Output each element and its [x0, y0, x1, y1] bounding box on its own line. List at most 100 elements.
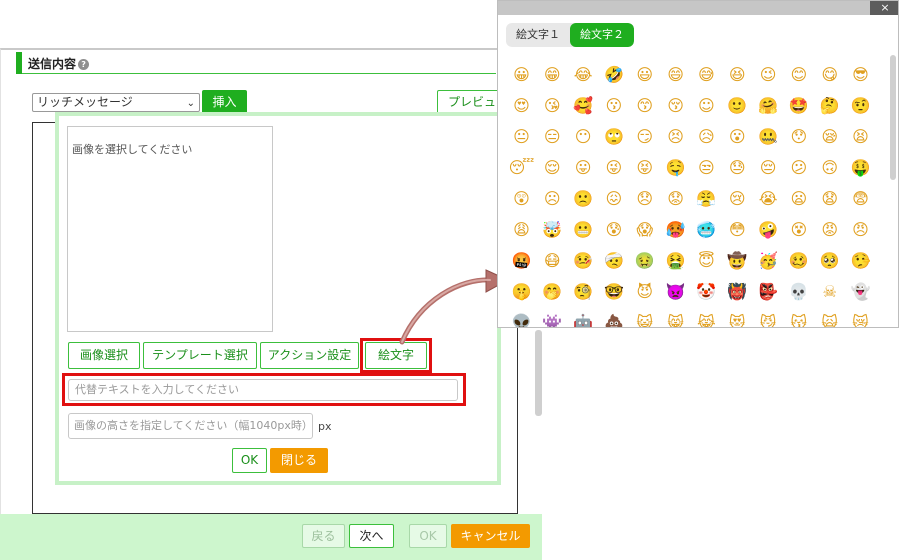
emoji-item[interactable]: 💀: [783, 276, 814, 307]
emoji-item[interactable]: 😵: [783, 214, 814, 245]
emoji-item[interactable]: 😷: [537, 245, 568, 276]
emoji-item[interactable]: 😣: [660, 121, 691, 152]
tab-emoji-1[interactable]: 絵文字１: [506, 23, 570, 47]
emoji-item[interactable]: 🥳: [753, 245, 784, 276]
emoji-item[interactable]: 😖: [598, 183, 629, 214]
emoji-item[interactable]: 😭: [753, 183, 784, 214]
emoji-item[interactable]: 🤬: [506, 245, 537, 276]
image-height-input[interactable]: 画像の高さを指定してください（幅1040px時）: [68, 413, 313, 439]
emoji-item[interactable]: 😔: [753, 152, 784, 183]
emoji-item[interactable]: 🤓: [598, 276, 629, 307]
emoji-item[interactable]: 🥺: [814, 245, 845, 276]
emoji-item[interactable]: 😢: [722, 183, 753, 214]
footer-ok-button[interactable]: OK: [409, 524, 447, 548]
emoji-item[interactable]: 🤮: [660, 245, 691, 276]
emoji-item[interactable]: 😶: [568, 121, 599, 152]
emoji-item[interactable]: 😱: [629, 214, 660, 245]
emoji-item[interactable]: 😚: [660, 90, 691, 121]
action-settings-button[interactable]: アクション設定: [260, 342, 359, 369]
emoji-item[interactable]: 😝: [629, 152, 660, 183]
emoji-item[interactable]: 😞: [629, 183, 660, 214]
emoji-item[interactable]: 🥴: [783, 245, 814, 276]
emoji-item[interactable]: 👻: [845, 276, 876, 307]
message-type-select[interactable]: リッチメッセージ ⌄: [32, 93, 200, 112]
emoji-item[interactable]: 🤯: [537, 214, 568, 245]
emoji-item[interactable]: 😹: [691, 307, 722, 327]
emoji-item[interactable]: 😎: [845, 59, 876, 90]
emoji-item[interactable]: 🥵: [660, 214, 691, 245]
emoji-item[interactable]: 😑: [537, 121, 568, 152]
emoji-item[interactable]: 😄: [660, 59, 691, 90]
emoji-item[interactable]: 😍: [506, 90, 537, 121]
picker-scrollbar[interactable]: [890, 55, 896, 180]
emoji-item[interactable]: 😉: [753, 59, 784, 90]
emoji-item[interactable]: 😆: [722, 59, 753, 90]
emoji-item[interactable]: 😴: [506, 152, 537, 183]
emoji-item[interactable]: 😘: [537, 90, 568, 121]
emoji-item[interactable]: 😕: [783, 152, 814, 183]
emoji-item[interactable]: 😒: [691, 152, 722, 183]
emoji-item[interactable]: 😿: [845, 307, 876, 327]
emoji-item[interactable]: 🙀: [814, 307, 845, 327]
dialog-ok-button[interactable]: OK: [232, 448, 267, 473]
emoji-item[interactable]: 😳: [722, 214, 753, 245]
emoji-item[interactable]: 😌: [537, 152, 568, 183]
tab-emoji-2[interactable]: 絵文字２: [570, 23, 634, 47]
cancel-button[interactable]: キャンセル: [451, 524, 530, 548]
emoji-item[interactable]: ☺: [691, 90, 722, 121]
emoji-item[interactable]: 😤: [691, 183, 722, 214]
emoji-item[interactable]: 😫: [845, 121, 876, 152]
emoji-item[interactable]: 👽: [506, 307, 537, 327]
emoji-item[interactable]: 😏: [629, 121, 660, 152]
help-icon[interactable]: ?: [78, 59, 90, 70]
emoji-item[interactable]: 🙂: [722, 90, 753, 121]
emoji-item[interactable]: 🤢: [629, 245, 660, 276]
emoji-item[interactable]: 😲: [506, 183, 537, 214]
emoji-item[interactable]: 😦: [783, 183, 814, 214]
emoji-item[interactable]: 🤕: [598, 245, 629, 276]
emoji-item[interactable]: 😀: [506, 59, 537, 90]
emoji-item[interactable]: 🤤: [660, 152, 691, 183]
emoji-item[interactable]: 🤥: [845, 245, 876, 276]
emoji-item[interactable]: 🤑: [845, 152, 876, 183]
emoji-item[interactable]: 🤫: [506, 276, 537, 307]
emoji-item[interactable]: 😸: [660, 307, 691, 327]
emoji-item[interactable]: 😪: [814, 121, 845, 152]
next-button[interactable]: 次へ: [349, 524, 394, 548]
emoji-item[interactable]: ☠: [814, 276, 845, 307]
emoji-item[interactable]: 😊: [783, 59, 814, 90]
alt-text-input[interactable]: 代替テキストを入力してください: [68, 379, 458, 401]
back-button[interactable]: 戻る: [302, 524, 345, 548]
emoji-item[interactable]: 👺: [753, 276, 784, 307]
emoji-item[interactable]: 🤗: [753, 90, 784, 121]
emoji-item[interactable]: 😼: [753, 307, 784, 327]
emoji-item[interactable]: 🙁: [568, 183, 599, 214]
emoji-item[interactable]: 😃: [629, 59, 660, 90]
emoji-item[interactable]: 🙃: [814, 152, 845, 183]
emoji-item[interactable]: 😓: [722, 152, 753, 183]
emoji-item[interactable]: 😡: [814, 214, 845, 245]
emoji-item[interactable]: 😨: [845, 183, 876, 214]
emoji-item[interactable]: 👾: [537, 307, 568, 327]
select-image-button[interactable]: 画像選択: [68, 342, 140, 369]
emoji-item[interactable]: 😺: [629, 307, 660, 327]
emoji-item[interactable]: 😙: [629, 90, 660, 121]
emoji-item[interactable]: 😐: [506, 121, 537, 152]
insert-button[interactable]: 挿入: [202, 90, 247, 114]
emoji-item[interactable]: 😜: [598, 152, 629, 183]
emoji-item[interactable]: 🥶: [691, 214, 722, 245]
scrollbar-thumb[interactable]: [535, 330, 542, 416]
emoji-item[interactable]: 🤪: [753, 214, 784, 245]
emoji-item[interactable]: 😠: [845, 214, 876, 245]
emoji-item[interactable]: 🤨: [845, 90, 876, 121]
emoji-item[interactable]: 😅: [691, 59, 722, 90]
emoji-item[interactable]: 🤒: [568, 245, 599, 276]
emoji-item[interactable]: 😗: [598, 90, 629, 121]
close-icon[interactable]: ×: [870, 1, 898, 15]
emoji-item[interactable]: 🤠: [722, 245, 753, 276]
emoji-item[interactable]: 🤡: [691, 276, 722, 307]
emoji-item[interactable]: 😈: [629, 276, 660, 307]
emoji-item[interactable]: 😮: [722, 121, 753, 152]
emoji-item[interactable]: 👿: [660, 276, 691, 307]
emoji-item[interactable]: 😥: [691, 121, 722, 152]
